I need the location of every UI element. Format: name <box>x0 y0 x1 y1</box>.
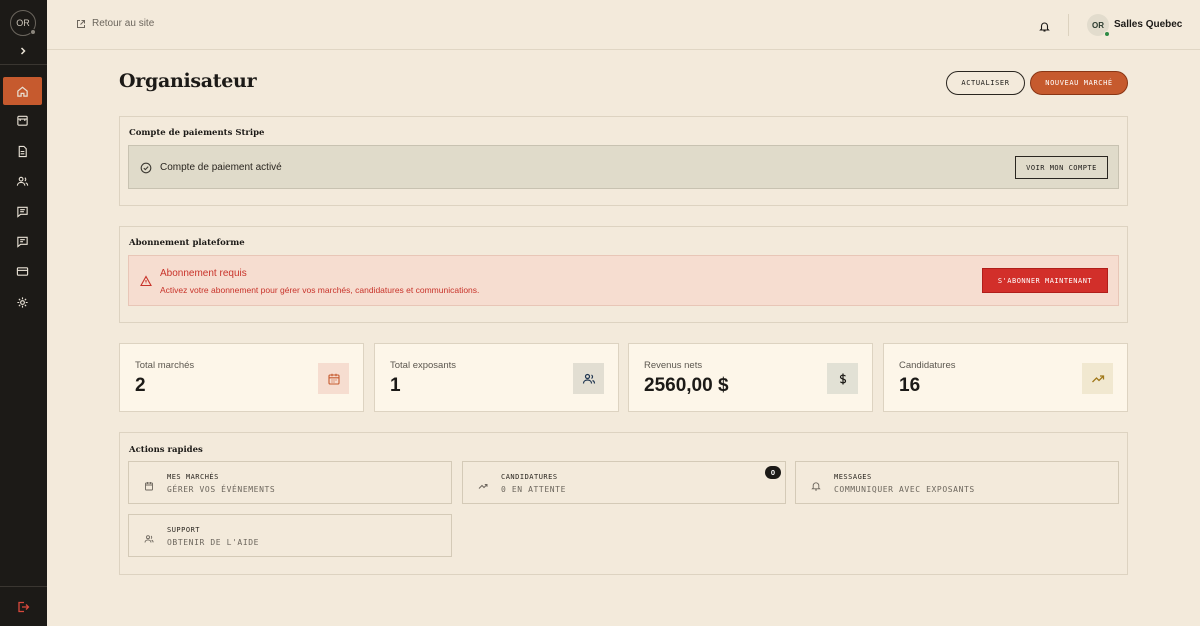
logout-icon[interactable] <box>16 600 30 614</box>
back-to-site-label: Retour au site <box>92 18 155 29</box>
online-status-dot <box>1104 31 1110 37</box>
chevron-right-icon[interactable] <box>16 44 30 58</box>
sidebar-divider <box>0 586 47 587</box>
sidebar-avatar-initials: OR <box>16 18 30 28</box>
quick-action-subtitle: 0 EN ATTENTE <box>501 485 566 494</box>
dollar-icon <box>827 363 858 394</box>
quick-action-messages[interactable]: MESSAGES COMMUNIQUER AVEC EXPOSANTS <box>795 461 1119 504</box>
view-account-button[interactable]: VOIR MON COMPTE <box>1015 156 1108 179</box>
users-icon <box>144 531 154 543</box>
document-icon <box>18 145 27 157</box>
status-dot <box>30 29 36 35</box>
panel-title: Actions rapides <box>129 445 203 455</box>
sidebar-item-home[interactable] <box>3 77 42 105</box>
page-title: Organisateur <box>119 70 257 92</box>
stat-value: 2 <box>135 375 146 396</box>
stat-label: Candidatures <box>899 360 956 371</box>
stripe-status-box: Compte de paiement activé VOIR MON COMPT… <box>128 145 1119 189</box>
sidebar-avatar[interactable]: OR <box>10 10 36 36</box>
sidebar-item-messages[interactable] <box>3 197 42 225</box>
sidebar-item-documents[interactable] <box>3 137 42 165</box>
quick-action-title: SUPPORT <box>167 526 201 534</box>
user-name[interactable]: Salles Quebec <box>1114 19 1182 30</box>
quick-action-title: MESSAGES <box>834 473 872 481</box>
stripe-account-panel: Compte de paiements Stripe Compte de pai… <box>119 116 1128 206</box>
sidebar-item-chat[interactable] <box>3 227 42 255</box>
sidebar-item-settings[interactable] <box>3 288 42 316</box>
stat-label: Revenus nets <box>644 360 703 371</box>
gear-icon <box>17 296 28 308</box>
stripe-status-text: Compte de paiement activé <box>160 162 282 173</box>
quick-action-my-markets[interactable]: MES MARCHÉS GÉRER VOS ÉVÉNEMENTS <box>128 461 452 504</box>
stat-card-markets: Total marchés 2 <box>119 343 364 412</box>
quick-actions-panel: Actions rapides MES MARCHÉS GÉRER VOS ÉV… <box>119 432 1128 575</box>
stat-label: Total marchés <box>135 360 195 371</box>
pending-count-badge: 0 <box>765 466 781 479</box>
stat-label: Total exposants <box>390 360 457 371</box>
warning-icon <box>140 274 152 287</box>
quick-action-title: CANDIDATURES <box>501 473 558 481</box>
store-icon <box>17 115 28 126</box>
stat-value: 1 <box>390 375 401 396</box>
refresh-button[interactable]: ACTUALISER <box>946 71 1025 95</box>
stat-card-applications: Candidatures 16 <box>883 343 1128 412</box>
stat-card-exhibitors: Total exposants 1 <box>374 343 619 412</box>
panel-title: Compte de paiements Stripe <box>129 128 265 138</box>
top-bar: Retour au site OR Salles Quebec <box>47 0 1200 50</box>
calendar-icon <box>144 478 154 491</box>
sidebar-item-billing[interactable] <box>3 257 42 285</box>
check-circle-icon <box>140 161 152 174</box>
home-icon <box>17 86 28 97</box>
calendar-icon <box>318 363 349 394</box>
trending-up-icon <box>1082 363 1113 394</box>
stat-value: 16 <box>899 375 921 396</box>
trending-up-icon <box>478 478 488 489</box>
quick-action-applications[interactable]: CANDIDATURES 0 EN ATTENTE 0 <box>462 461 786 504</box>
chat-icon <box>17 236 28 248</box>
credit-card-icon <box>16 266 29 276</box>
sidebar-divider <box>0 64 47 65</box>
panel-title: Abonnement plateforme <box>129 238 245 248</box>
sidebar-item-exhibitors[interactable] <box>3 167 42 195</box>
quick-action-subtitle: OBTENIR DE L'AIDE <box>167 538 260 547</box>
external-link-icon <box>77 19 85 28</box>
quick-action-subtitle: COMMUNIQUER AVEC EXPOSANTS <box>834 485 975 494</box>
quick-action-support[interactable]: SUPPORT OBTENIR DE L'AIDE <box>128 514 452 557</box>
sidebar-item-markets[interactable] <box>3 106 42 134</box>
back-to-site-link[interactable]: Retour au site <box>76 18 154 29</box>
new-market-button[interactable]: NOUVEAU MARCHÉ <box>1030 71 1128 95</box>
warning-text: Activez votre abonnement pour gérer vos … <box>160 285 480 295</box>
stat-card-revenue: Revenus nets 2560,00 $ <box>628 343 873 412</box>
topbar-divider <box>1068 14 1069 36</box>
bell-icon[interactable] <box>1039 19 1050 32</box>
user-initials: OR <box>1092 20 1104 30</box>
quick-action-subtitle: GÉRER VOS ÉVÉNEMENTS <box>167 485 276 494</box>
subscription-panel: Abonnement plateforme Abonnement requis … <box>119 226 1128 323</box>
bell-icon <box>811 478 821 491</box>
subscribe-button[interactable]: S'ABONNER MAINTENANT <box>982 268 1108 293</box>
stat-value: 2560,00 $ <box>644 375 729 396</box>
warning-title: Abonnement requis <box>160 268 247 279</box>
subscription-warning-box: Abonnement requis Activez votre abonneme… <box>128 255 1119 306</box>
message-icon <box>17 206 28 218</box>
sidebar: OR <box>0 0 47 626</box>
quick-action-title: MES MARCHÉS <box>167 473 219 481</box>
user-avatar[interactable]: OR <box>1087 14 1110 37</box>
users-icon <box>573 363 604 394</box>
users-icon <box>16 176 29 186</box>
